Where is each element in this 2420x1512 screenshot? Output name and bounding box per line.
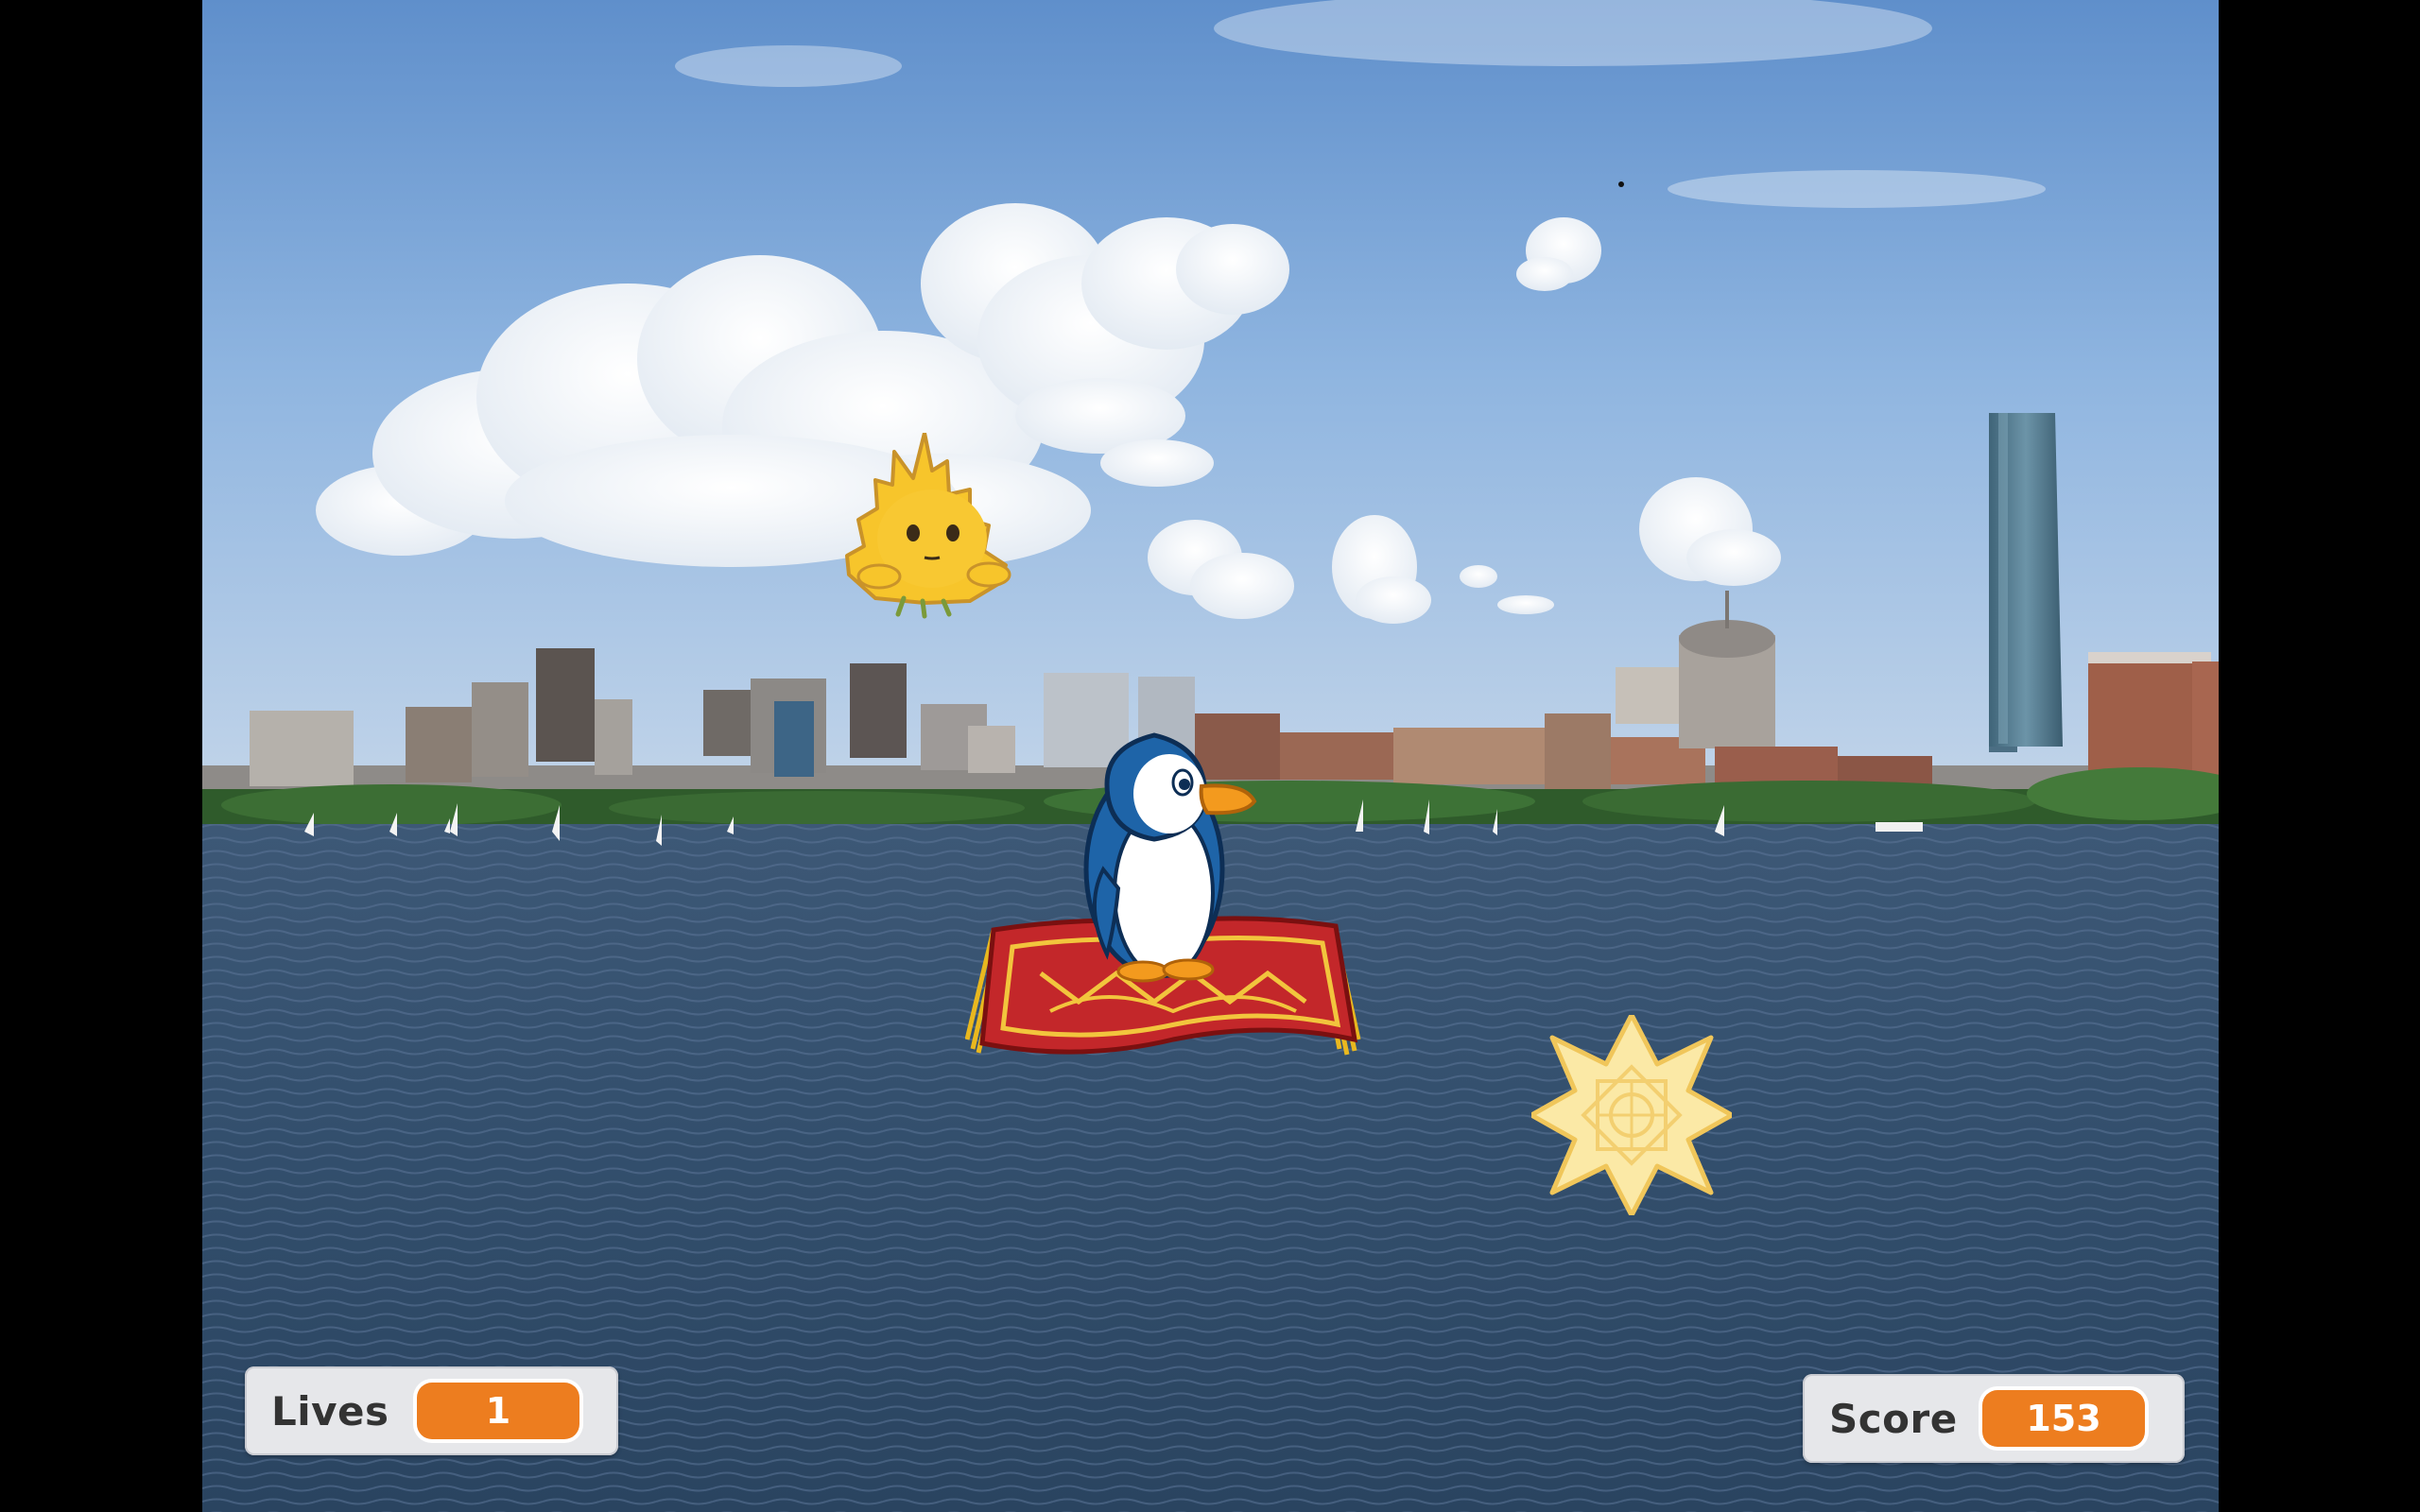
spiky-yellow-creature-icon	[845, 433, 1011, 619]
game-screen: Lives 1 Score 153	[0, 0, 2420, 1512]
lives-label: Lives	[271, 1387, 389, 1435]
lives-value: 1	[417, 1383, 579, 1439]
score-value: 153	[1982, 1390, 2145, 1447]
penguin-on-magic-carpet-icon[interactable]	[965, 728, 1362, 1062]
stray-dot	[1618, 181, 1624, 187]
game-stage[interactable]: Lives 1 Score 153	[202, 0, 2219, 1512]
score-label: Score	[1829, 1395, 1958, 1442]
gold-star-icon	[1531, 1015, 1732, 1215]
score-monitor: Score 153	[1803, 1374, 2185, 1463]
lives-monitor: Lives 1	[245, 1366, 618, 1455]
